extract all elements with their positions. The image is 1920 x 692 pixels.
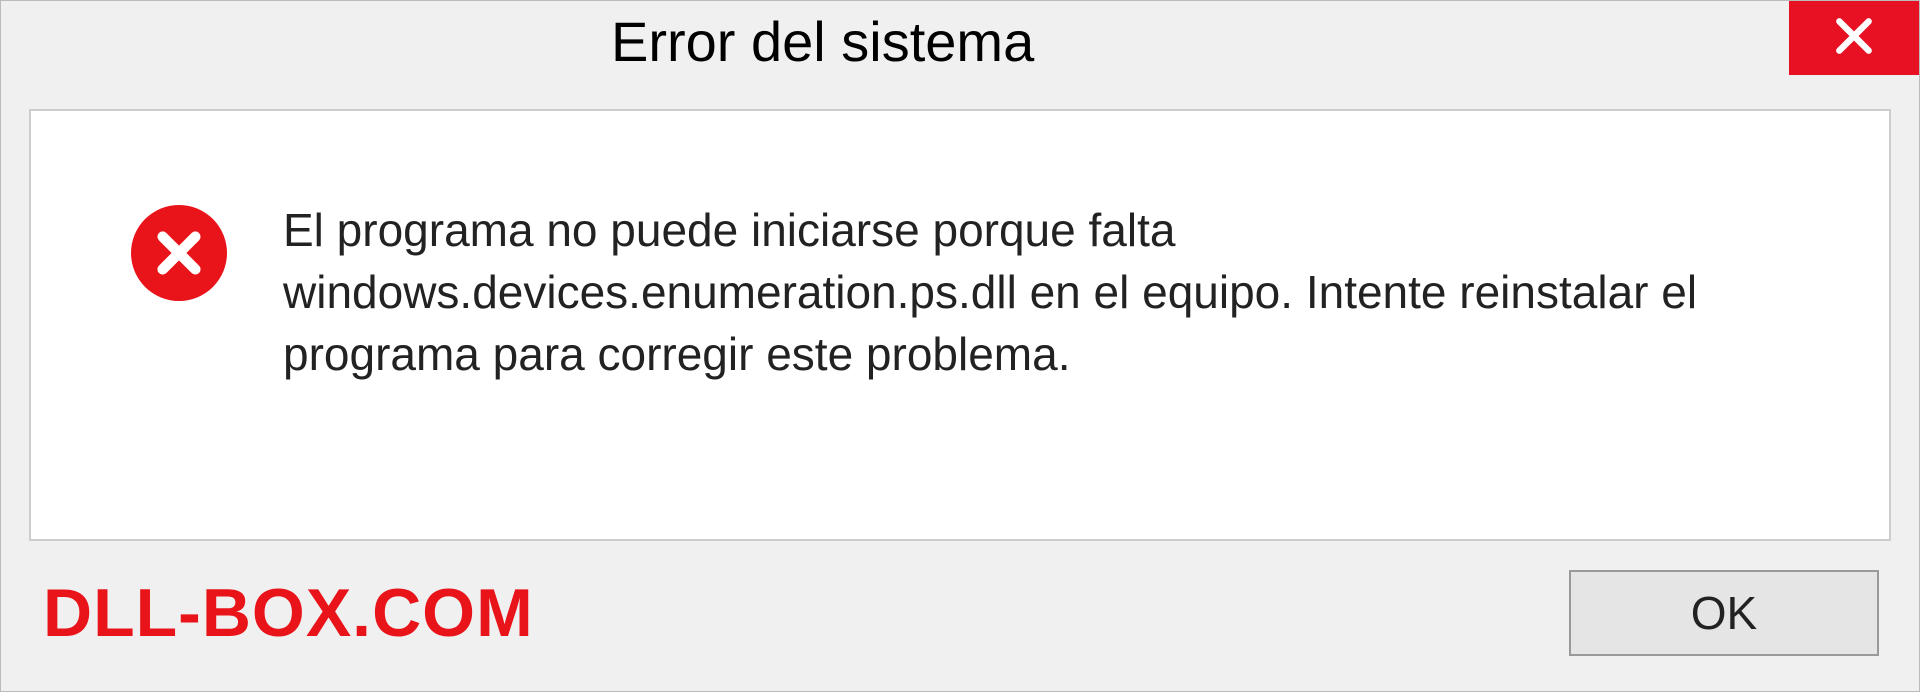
ok-button[interactable]: OK	[1569, 570, 1879, 656]
close-button[interactable]	[1789, 1, 1919, 75]
error-message: El programa no puede iniciarse porque fa…	[283, 199, 1829, 385]
content-panel: El programa no puede iniciarse porque fa…	[29, 109, 1891, 541]
ok-button-label: OK	[1691, 586, 1757, 640]
error-icon	[131, 205, 227, 301]
error-dialog: Error del sistema El programa no puede i…	[0, 0, 1920, 692]
titlebar: Error del sistema	[1, 1, 1919, 89]
watermark-text: DLL-BOX.COM	[43, 574, 534, 652]
dialog-footer: DLL-BOX.COM OK	[1, 541, 1919, 691]
close-icon	[1832, 14, 1876, 63]
dialog-title: Error del sistema	[1, 1, 1034, 74]
